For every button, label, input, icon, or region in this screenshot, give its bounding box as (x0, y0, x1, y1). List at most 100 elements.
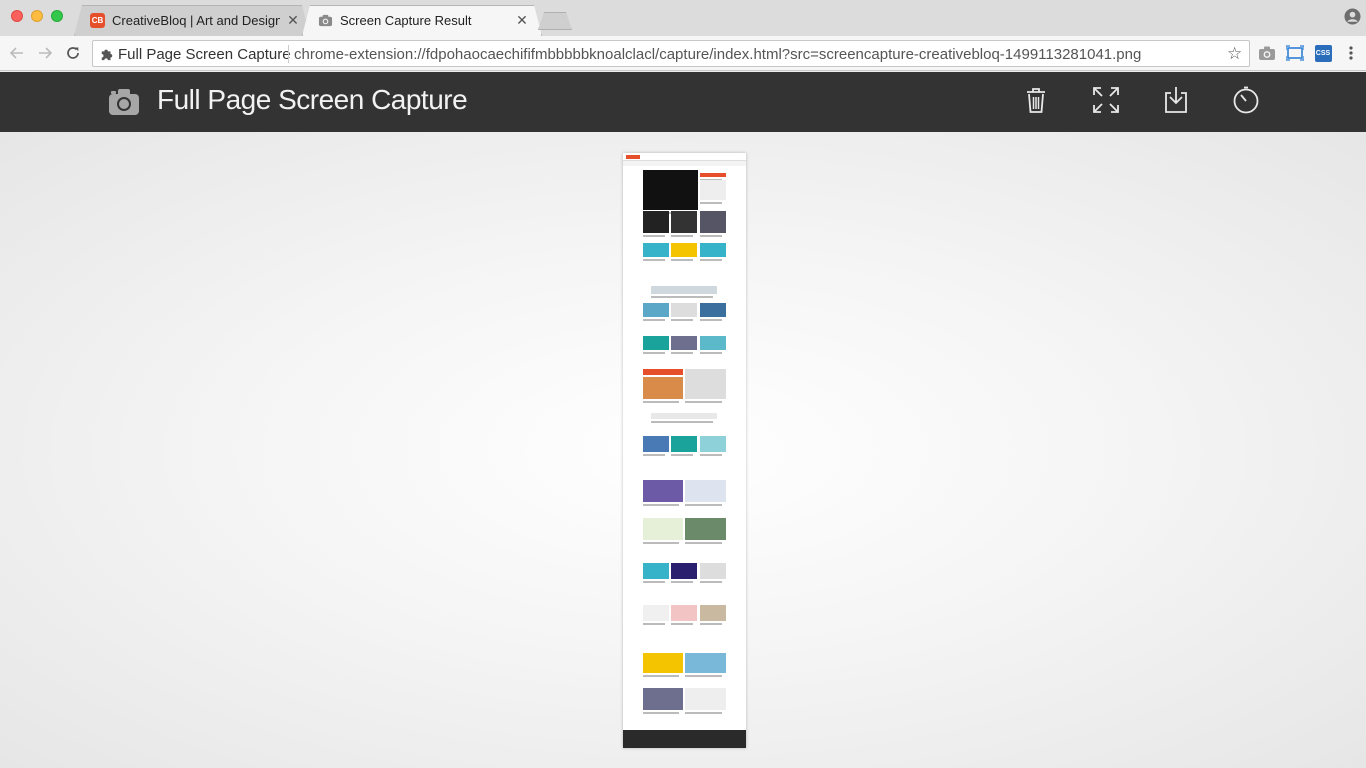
thumb-block (643, 688, 683, 710)
thumb-block (671, 303, 697, 317)
thumb-block (643, 211, 669, 233)
thumb-block (700, 605, 726, 621)
thumb-text-line (671, 454, 693, 456)
star-icon[interactable]: ☆ (1227, 44, 1242, 64)
thumb-text-line (685, 401, 722, 403)
thumb-block (643, 336, 669, 350)
camera-logo-icon (109, 89, 139, 115)
thumb-text-line (700, 623, 722, 625)
chrome-menu-button[interactable] (1341, 43, 1361, 63)
thumb-text-line (643, 712, 679, 714)
thumb-text-line (671, 581, 693, 583)
thumb-block (700, 243, 726, 257)
screen-icon (1286, 45, 1304, 61)
extension-site-label: Full Page Screen Capture (118, 46, 291, 63)
thumb-block (643, 170, 698, 210)
app-title: Full Page Screen Capture (157, 84, 468, 115)
thumb-block (671, 243, 697, 257)
reload-icon (67, 47, 79, 59)
puzzle-piece-icon (101, 49, 113, 61)
thumb-block (643, 377, 683, 399)
screen-extension-button[interactable] (1285, 43, 1305, 63)
thumb-block (671, 336, 697, 350)
thumb-text-line (643, 352, 665, 354)
app-header: Full Page Screen Capture (0, 72, 1366, 132)
thumb-block (651, 413, 717, 419)
thumb-text-line (643, 454, 665, 456)
back-button[interactable] (7, 43, 27, 63)
tab-creativebloq[interactable]: CB CreativeBloq | Art and Design ✕ (74, 5, 310, 36)
thumb-block (685, 480, 726, 502)
css-extension-button[interactable]: CSS (1313, 43, 1333, 63)
download-button[interactable] (1161, 85, 1191, 115)
thumb-text-line (671, 259, 693, 261)
thumb-block (700, 180, 726, 200)
camera-extension-button[interactable] (1257, 43, 1277, 63)
thumb-text-line (643, 542, 679, 544)
thumb-block (700, 563, 726, 579)
thumb-text-line (643, 581, 665, 583)
thumb-block (643, 369, 683, 375)
thumb-site-nav (623, 161, 746, 166)
thumb-text-line (700, 319, 722, 321)
thumb-block (685, 518, 726, 540)
delete-button[interactable] (1021, 85, 1051, 115)
thumb-block (643, 653, 683, 673)
thumb-block (700, 211, 726, 233)
thumb-block (643, 303, 669, 317)
thumb-block (651, 286, 717, 294)
minimize-window-button[interactable] (31, 10, 43, 22)
css-icon: CSS (1314, 44, 1332, 62)
thumb-block (700, 436, 726, 452)
tab-title: Screen Capture Result (340, 13, 472, 28)
thumb-text-line (685, 542, 722, 544)
reload-button[interactable] (63, 43, 83, 63)
thumb-text-line (643, 259, 665, 261)
thumb-block (685, 653, 726, 673)
thumb-site-logo (626, 155, 640, 159)
trash-icon (1027, 88, 1045, 113)
thumb-text-line (671, 235, 693, 237)
forward-button[interactable] (35, 43, 55, 63)
address-bar[interactable]: Full Page Screen Capture chrome-extensio… (92, 40, 1250, 67)
zoom-window-button[interactable] (51, 10, 63, 22)
thumb-text-line (685, 504, 722, 506)
thumb-text-line (671, 319, 693, 321)
expand-icon (1093, 87, 1119, 113)
thumb-text-line (700, 352, 722, 354)
thumb-text-line (643, 235, 665, 237)
profile-icon[interactable] (1344, 8, 1361, 25)
thumb-block (643, 563, 669, 579)
thumb-text-line (700, 235, 722, 237)
thumb-text-line (651, 421, 713, 423)
close-tab-icon[interactable]: ✕ (286, 12, 300, 29)
fullscreen-button[interactable] (1091, 85, 1121, 115)
close-window-button[interactable] (11, 10, 23, 22)
stopwatch-icon (1233, 86, 1259, 114)
new-tab-button[interactable] (538, 12, 572, 30)
thumb-text-line (700, 202, 722, 204)
forward-arrow-icon (39, 47, 53, 59)
close-tab-icon[interactable]: ✕ (515, 12, 529, 29)
thumb-text-line (685, 675, 722, 677)
tab-title: CreativeBloq | Art and Design (112, 13, 280, 28)
thumb-block (700, 173, 726, 177)
download-icon (1165, 87, 1187, 113)
thumb-text-line (700, 259, 722, 261)
thumb-text-line (651, 296, 713, 298)
thumb-site-header (623, 153, 746, 161)
thumb-text-line (643, 401, 679, 403)
timer-button[interactable] (1231, 85, 1261, 115)
thumb-text-line (671, 623, 693, 625)
creativebloq-favicon-icon: CB (90, 13, 105, 28)
thumb-block (643, 243, 669, 257)
browser-toolbar: Full Page Screen Capture chrome-extensio… (0, 36, 1366, 71)
capture-thumbnail[interactable] (623, 153, 746, 748)
thumb-site-footer (623, 730, 746, 748)
url-text[interactable]: chrome-extension://fdpohaocaechififmbbbb… (294, 46, 1141, 63)
thumb-block (643, 605, 669, 621)
thumb-text-line (700, 454, 722, 456)
thumb-block (643, 436, 669, 452)
thumb-block (671, 605, 697, 621)
tab-screen-capture-result[interactable]: Screen Capture Result ✕ (302, 5, 542, 36)
